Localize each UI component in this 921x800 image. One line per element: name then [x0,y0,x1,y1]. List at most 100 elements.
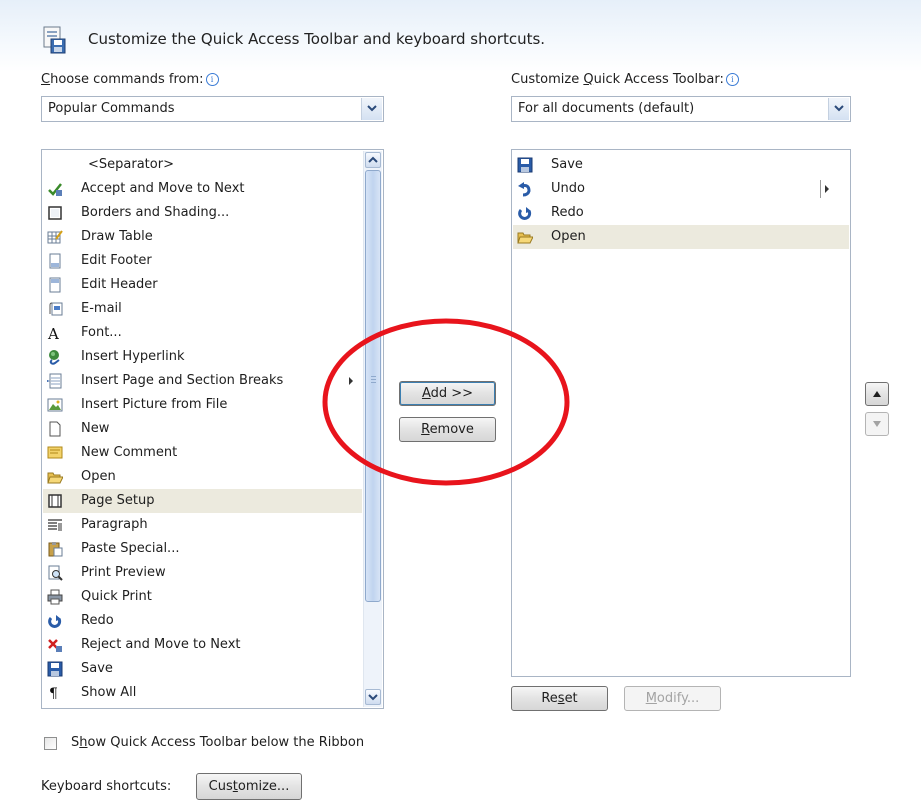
list-item[interactable]: E-mail [43,297,362,321]
paragraph-icon [48,519,62,531]
borders-icon [48,206,62,220]
info-icon[interactable]: i [205,73,219,86]
list-item-label: Edit Footer [81,253,152,268]
svg-text:A: A [47,325,59,341]
page-setup-icon [48,494,62,508]
paste-icon [48,542,63,557]
redo-icon [48,615,62,628]
move-up-button[interactable] [865,382,889,406]
list-item[interactable]: Borders and Shading... [43,201,362,225]
list-item[interactable]: Paragraph [43,513,362,537]
scroll-down-button[interactable] [365,689,381,705]
choose-commands-dropdown[interactable]: Popular Commands [41,96,384,122]
font-icon: A [47,325,59,341]
list-item-label: Insert Page and Section Breaks [81,373,284,388]
triangle-up-icon [873,391,881,397]
list-item[interactable]: Paste Special... [43,537,362,561]
submenu-arrow-icon[interactable] [825,185,829,193]
customize-toolbar-dropdown[interactable]: For all documents (default) [511,96,851,122]
open-folder-icon [517,232,533,244]
list-item[interactable]: ¶ Show All [43,681,362,705]
list-item-label: Page Setup [81,493,155,508]
list-item-label: Print Preview [81,565,166,580]
list-item-label: Quick Print [81,589,152,604]
list-item-label: Redo [81,613,114,628]
list-item[interactable]: Insert Hyperlink [43,345,362,369]
list-item[interactable]: Redo [43,609,362,633]
show-below-ribbon-label[interactable]: Show Quick Access Toolbar below the Ribb… [71,735,364,750]
list-item[interactable]: Quick Print [43,585,362,609]
list-item[interactable]: Redo [513,201,849,225]
redo-icon [518,207,532,220]
comment-icon [47,446,63,459]
list-item-label: Edit Header [81,277,158,292]
chevron-up-icon [368,156,378,163]
list-item[interactable]: Edit Header [43,273,362,297]
list-item[interactable]: A Font... [43,321,362,345]
list-item-label: Draw Table [81,229,153,244]
dialog-title: Customize the Quick Access Toolbar and k… [88,30,546,48]
list-item-label: New Comment [81,445,178,460]
move-down-button[interactable] [865,412,889,436]
list-item[interactable]: Insert Page and Section Breaks [43,369,362,393]
undo-icon [518,182,531,197]
draw-table-icon [47,230,63,244]
print-preview-icon [48,565,63,581]
keyboard-shortcuts-label: Keyboard shortcuts: [41,779,172,794]
list-item[interactable]: Print Preview [43,561,362,585]
modify-button[interactable]: Modify... [624,686,721,711]
choose-commands-label: Choose commands from: i [41,72,219,87]
page-break-icon [47,373,62,389]
list-item-label: Show All [81,685,137,700]
list-item-label: Undo [551,181,585,196]
picture-icon [47,398,63,412]
list-item[interactable]: Edit Footer [43,249,362,273]
show-below-ribbon-checkbox[interactable] [44,737,57,750]
list-item-label: Paste Special... [81,541,180,556]
customize-toolbar-label: Customize Quick Access Toolbar: i [511,72,739,87]
list-item[interactable]: Undo [513,177,849,201]
chevron-down-icon[interactable] [361,98,382,120]
dropdown-value: For all documents (default) [518,101,695,116]
list-item[interactable]: Draw Table [43,225,362,249]
list-item-label: Open [551,229,586,244]
dropdown-value: Popular Commands [48,101,175,116]
pilcrow-icon: ¶ [49,686,58,701]
list-item-label: Insert Hyperlink [81,349,185,364]
annotation-circle [322,318,570,486]
triangle-down-icon [873,421,881,427]
list-item[interactable]: Save [43,657,362,681]
list-item[interactable]: Reject and Move to Next [43,633,362,657]
list-item[interactable]: Page Setup [43,489,362,513]
scroll-up-button[interactable] [365,152,381,168]
list-item[interactable]: Open [513,225,849,249]
list-item-label: New [81,421,110,436]
list-item-label: Save [551,157,583,172]
new-document-icon [49,421,61,437]
chevron-down-icon[interactable] [828,98,849,120]
reset-button[interactable]: Reset [511,686,608,711]
list-item[interactable]: New Comment [43,441,362,465]
list-item[interactable]: Insert Picture from File [43,393,362,417]
hyperlink-icon [49,350,60,365]
footer-icon [49,253,61,269]
save-icon [517,157,533,173]
reject-icon [48,639,62,652]
list-item[interactable]: New [43,417,362,441]
list-item[interactable]: <Separator> [43,153,362,177]
header-icon [49,277,61,293]
printer-icon [47,589,63,605]
list-item[interactable]: Open [43,465,362,489]
list-item-label: Open [81,469,116,484]
info-icon[interactable]: i [725,73,739,86]
list-item-label: Accept and Move to Next [81,181,245,196]
open-folder-icon [47,472,63,484]
list-item-label: Borders and Shading... [81,205,230,220]
list-item[interactable]: Save [513,153,849,177]
split-divider [820,180,821,198]
list-item[interactable]: Accept and Move to Next [43,177,362,201]
svg-text:¶: ¶ [49,686,58,701]
customize-shortcuts-button[interactable]: Customize... [196,773,302,800]
save-icon [47,661,63,677]
list-item-label: Insert Picture from File [81,397,228,412]
